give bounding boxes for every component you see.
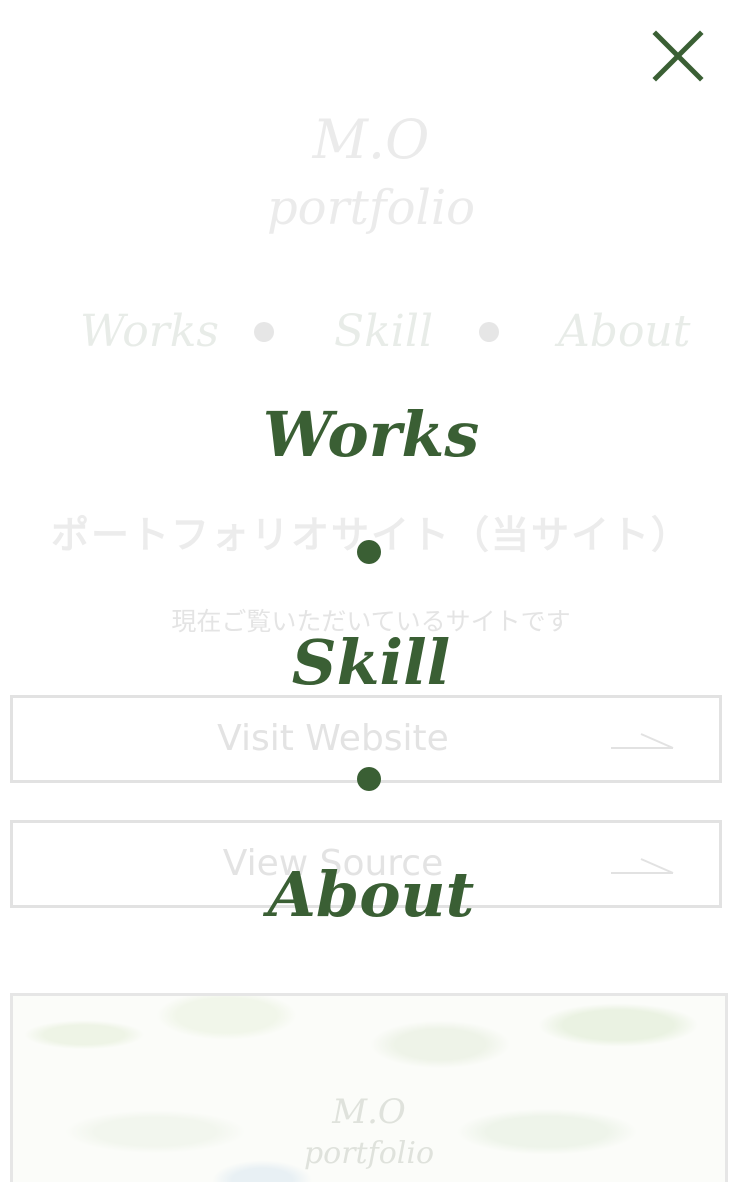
- page: M.O portfolio Works Skill About ポートフォリオサ…: [0, 0, 742, 1182]
- menu-separator-dot: [357, 540, 381, 564]
- menu-overlay: Works Skill About: [0, 0, 742, 1182]
- menu-item-works[interactable]: Works: [0, 398, 742, 471]
- menu-separator-dot: [357, 767, 381, 791]
- menu-item-about[interactable]: About: [0, 858, 742, 931]
- close-icon[interactable]: [652, 30, 704, 82]
- menu-item-skill[interactable]: Skill: [0, 626, 742, 699]
